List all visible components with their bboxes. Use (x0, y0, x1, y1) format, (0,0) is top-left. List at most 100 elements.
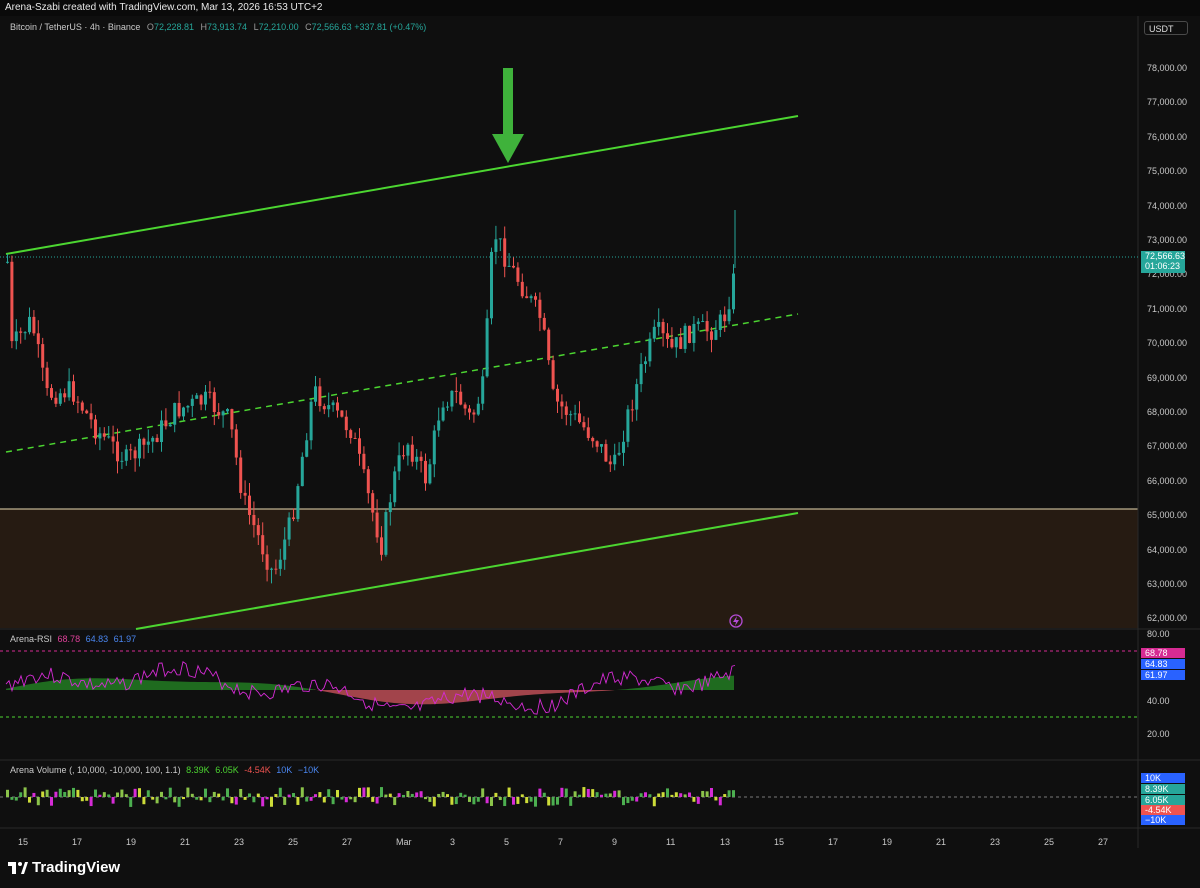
volume-bar (76, 789, 80, 797)
candle-body (217, 412, 221, 416)
volume-bar (476, 797, 480, 802)
volume-bar (353, 797, 357, 803)
volume-bar (173, 797, 177, 803)
candle-body (239, 457, 243, 493)
candle-body (173, 402, 177, 425)
volume-bar (507, 787, 511, 797)
candle-body (705, 321, 709, 332)
candle-body (463, 404, 467, 409)
time-axis-label: 21 (936, 837, 947, 847)
volume-value-5: −10K (297, 765, 320, 775)
volume-bar (503, 797, 507, 807)
currency-button[interactable]: USDT (1144, 21, 1188, 35)
volume-bar (639, 793, 643, 797)
volume-bar (481, 788, 485, 797)
volume-bar (36, 797, 40, 806)
tradingview-logo[interactable]: TradingView (8, 859, 120, 876)
volume-bar (107, 794, 111, 797)
rsi-value-1: 68.78 (57, 634, 81, 644)
volume-bar (472, 797, 476, 805)
volume-bar (415, 792, 419, 797)
volume-bar (696, 797, 700, 804)
price-axis-label: 78,000.00 (1147, 63, 1188, 73)
candle-body (507, 265, 511, 267)
volume-bar (50, 797, 53, 806)
price-axis-label: 73,000.00 (1147, 235, 1188, 245)
candle-body (336, 402, 339, 411)
volume-bar (23, 787, 27, 797)
candle-body (58, 393, 62, 404)
candle-body (582, 422, 586, 428)
rsi-tag-3: 61.97 (1141, 670, 1185, 680)
volume-bar (133, 788, 137, 797)
candle-body (67, 381, 71, 398)
price-axis-label: 69,000.00 (1147, 372, 1188, 383)
volume-name: Arena Volume (10, 765, 67, 775)
candle-body (305, 440, 309, 457)
candle-body (657, 322, 661, 327)
tradingview-logo-text: TradingView (32, 859, 121, 876)
volume-bar (468, 797, 471, 802)
time-axis-label: 9 (612, 837, 618, 847)
candle-body (36, 333, 40, 345)
volume-bar (402, 794, 405, 797)
volume-bar (657, 793, 661, 797)
volume-bar (146, 790, 150, 797)
volume-bar (608, 793, 612, 797)
candle-body (366, 469, 370, 494)
volume-bar (551, 797, 555, 806)
candle-body (397, 455, 401, 472)
candle-body (419, 456, 423, 461)
candle-body (349, 430, 353, 439)
candle-body (732, 273, 735, 310)
volume-bar (578, 794, 581, 797)
candle-body (76, 401, 80, 403)
volume-bar (164, 797, 168, 800)
candle-body (50, 388, 53, 398)
rsi-value-2: 64.83 (85, 634, 109, 644)
volume-bar (648, 794, 652, 797)
volume-bar (327, 789, 331, 797)
volume-bar (186, 787, 190, 797)
candle-body (314, 386, 317, 402)
volume-bar (287, 794, 291, 797)
volume-bar (98, 794, 102, 797)
volume-bar (516, 797, 520, 804)
candle-body (230, 409, 234, 430)
candle-body (278, 559, 282, 569)
candle-body (595, 441, 599, 447)
volume-bar (300, 787, 304, 797)
candle-body (547, 329, 551, 361)
price-axis-label: 76,000.00 (1147, 131, 1188, 142)
time-axis-label: 23 (990, 837, 1001, 847)
volume-bar (512, 797, 515, 805)
symbol-legend[interactable]: Bitcoin / TetherUS · 4h · Binance O72,22… (10, 22, 426, 32)
candle-body (155, 437, 159, 442)
volume-bar (666, 788, 669, 797)
candle-body (688, 325, 691, 343)
candle-body (41, 344, 45, 368)
candle-body (292, 517, 295, 519)
candle-body (525, 296, 529, 299)
volume-bar (234, 797, 238, 805)
time-axis-label: 23 (234, 837, 245, 847)
candle-body (120, 460, 124, 462)
candle-body (28, 316, 31, 333)
rsi-legend[interactable]: Arena-RSI 68.78 64.83 61.97 (10, 634, 136, 644)
candle-body (692, 323, 696, 343)
chart-canvas[interactable] (0, 0, 1200, 888)
volume-bar (674, 792, 678, 797)
volume-bar (432, 797, 436, 807)
candle-body (428, 464, 432, 484)
candle-body (569, 414, 573, 416)
volume-legend[interactable]: Arena Volume (, 10,000, -10,000, 100, 1.… (10, 765, 319, 775)
candle-body (353, 438, 357, 440)
candle-body (371, 493, 375, 513)
candle-body (54, 397, 58, 404)
volume-bar (661, 792, 665, 797)
volume-bar (410, 793, 414, 797)
volume-bar (261, 797, 265, 807)
time-axis-label: 15 (774, 837, 785, 847)
candle-body (362, 453, 366, 470)
volume-bar (340, 797, 344, 800)
